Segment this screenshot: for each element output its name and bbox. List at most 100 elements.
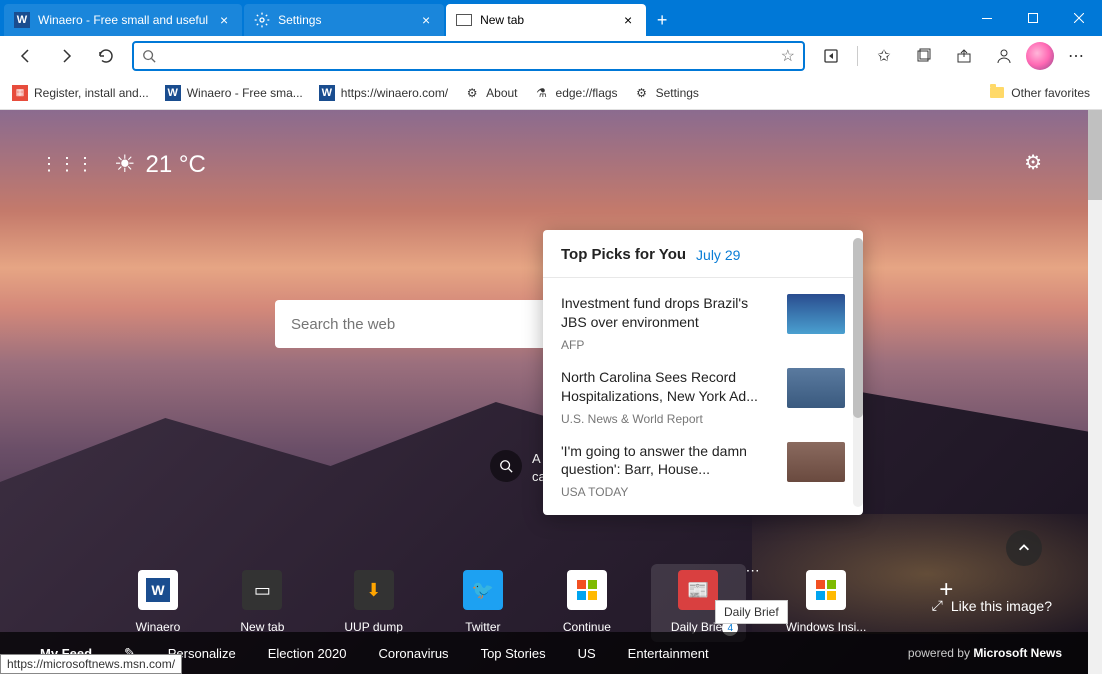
gear-icon: ⚙ [634,85,650,101]
tab-newtab[interactable]: New tab × [446,4,646,36]
app-grid-icon[interactable]: ⋮⋮⋮ [40,154,94,175]
tab-label: New tab [480,13,612,27]
lens-icon [490,450,522,482]
favorite-star-icon[interactable]: ☆ [781,46,795,66]
tile-icon: ⬇ [354,570,394,610]
back-button[interactable] [8,40,44,72]
nav-coronavirus[interactable]: Coronavirus [378,646,448,661]
news-item[interactable]: 'I'm going to answer the damn question':… [543,426,863,500]
send-to-device-button[interactable] [813,40,849,72]
profile-button[interactable] [986,40,1022,72]
collections-button[interactable] [906,40,942,72]
news-source: U.S. News & World Report [561,412,775,426]
flyout-header: Top Picks for You July 29 [543,246,863,278]
temperature: 21 °C [146,151,206,179]
winaero-favicon: W [319,85,335,101]
news-item[interactable]: Investment fund drops Brazil's JBS over … [543,278,863,352]
status-bar: https://microsoftnews.msn.com/ [0,654,182,674]
grid-icon: ▦ [12,85,28,101]
refresh-button[interactable] [88,40,124,72]
tile-icon: W [138,570,178,610]
menu-button[interactable]: ⋯ [1058,40,1094,72]
address-input[interactable] [162,48,775,64]
bookmark-label: edge://flags [556,86,618,100]
minimize-button[interactable] [964,0,1010,36]
nav-entertainment[interactable]: Entertainment [628,646,709,661]
news-source: AFP [561,338,775,352]
page-scrollbar[interactable] [1088,110,1102,674]
tab-strip: W Winaero - Free small and useful × Sett… [0,0,964,36]
winaero-favicon: W [165,85,181,101]
bookmark-register[interactable]: ▦ Register, install and... [12,85,149,101]
tab-winaero[interactable]: W Winaero - Free small and useful × [4,4,242,36]
tile-newtab[interactable]: ▭ New tab [240,570,284,634]
new-tab-button[interactable]: + [646,4,678,36]
winaero-favicon: W [14,12,30,28]
close-icon[interactable]: × [418,12,434,28]
news-headline: North Carolina Sees Record Hospitalizati… [561,368,775,406]
scrollbar-handle[interactable] [853,238,863,418]
gear-favicon [254,12,270,28]
weather-widget[interactable]: ☀ 21 °C [114,150,206,179]
bookmark-winaero-url[interactable]: W https://winaero.com/ [319,85,448,101]
folder-icon [989,85,1005,101]
tile-icon: ▭ [242,570,282,610]
bookmark-label: Settings [656,86,699,100]
nav-us[interactable]: US [578,646,596,661]
sun-icon: ☀ [114,150,136,179]
news-thumbnail [787,442,845,482]
tab-label: Winaero - Free small and useful [38,13,208,27]
news-thumbnail [787,368,845,408]
tooltip: Daily Brief [715,600,788,624]
nav-top-stories[interactable]: Top Stories [481,646,546,661]
scroll-up-button[interactable] [1006,530,1042,566]
bookmark-label: Other favorites [1011,86,1090,100]
tile-menu-icon[interactable]: ⋯ [746,562,760,579]
gear-icon: ⚙ [464,85,480,101]
news-thumbnail [787,294,845,334]
forward-button[interactable] [48,40,84,72]
newtab-favicon [456,12,472,28]
separator [857,46,858,66]
close-icon[interactable]: × [620,12,636,28]
bookmark-label: https://winaero.com/ [341,86,448,100]
browser-toolbar: ☆ ✩ ⋯ [0,36,1102,76]
share-button[interactable] [946,40,982,72]
tile-windows-insider[interactable]: Windows Insi... [786,570,867,634]
tile-continue[interactable]: Continue [563,570,611,634]
bookmark-settings[interactable]: ⚙ Settings [634,85,699,101]
nav-election[interactable]: Election 2020 [268,646,347,661]
flask-icon: ⚗ [534,85,550,101]
close-icon[interactable]: × [216,12,232,28]
tile-twitter[interactable]: 🐦 Twitter [463,570,503,634]
close-window-button[interactable] [1056,0,1102,36]
other-favorites[interactable]: Other favorites [989,85,1090,101]
tile-uup[interactable]: ⬇ UUP dump [344,570,402,634]
news-headline: Investment fund drops Brazil's JBS over … [561,294,775,332]
flyout-title: Top Picks for You [561,246,686,263]
window-controls [964,0,1102,36]
news-item[interactable]: North Carolina Sees Record Hospitalizati… [543,352,863,426]
bookmark-winaero[interactable]: W Winaero - Free sma... [165,85,303,101]
tile-winaero[interactable]: W Winaero [136,570,181,634]
profile-avatar[interactable] [1026,42,1054,70]
like-image-button[interactable]: ⤢ Like this image? [932,597,1052,614]
favorites-button[interactable]: ✩ [866,40,902,72]
powered-by: powered by Microsoft News [908,646,1062,660]
news-source: USA TODAY [561,485,775,499]
tile-icon: 📰 [678,570,718,610]
news-headline: 'I'm going to answer the damn question':… [561,442,775,480]
like-image-label: Like this image? [951,598,1052,614]
address-bar[interactable]: ☆ [132,41,805,71]
flyout-scrollbar[interactable] [853,238,863,507]
bookmark-label: Register, install and... [34,86,149,100]
tab-label: Settings [278,13,410,27]
tab-settings[interactable]: Settings × [244,4,444,36]
bookmark-about[interactable]: ⚙ About [464,85,517,101]
scrollbar-handle[interactable] [1088,110,1102,200]
bookmark-flags[interactable]: ⚗ edge://flags [534,85,618,101]
page-settings-button[interactable]: ⚙ [1024,150,1042,175]
maximize-button[interactable] [1010,0,1056,36]
expand-icon: ⤢ [932,597,943,614]
bookmark-label: Winaero - Free sma... [187,86,303,100]
